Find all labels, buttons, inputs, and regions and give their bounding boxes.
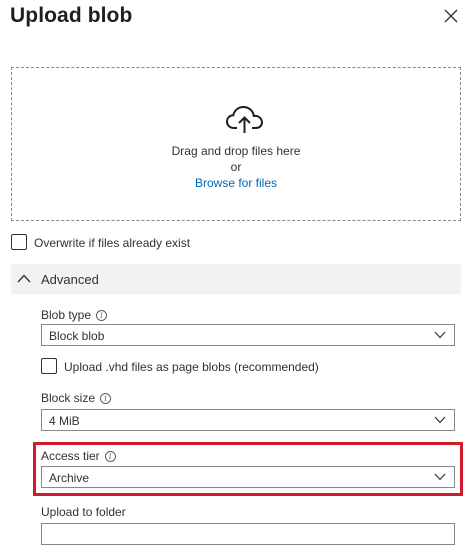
vhd-page-blob-checkbox[interactable] [41, 358, 57, 374]
chevron-up-icon [17, 274, 31, 283]
chevron-down-icon [434, 331, 446, 339]
info-icon[interactable]: i [100, 392, 112, 404]
blob-type-label-text: Blob type [41, 308, 92, 322]
dropzone-drag-text: Drag and drop files here [171, 144, 301, 158]
block-size-select[interactable]: 4 MiB [41, 409, 455, 431]
block-size-label-text: Block size [41, 391, 96, 405]
blob-type-label: Blob type i [41, 308, 108, 322]
vhd-page-blob-label: Upload .vhd files as page blobs (recomme… [64, 360, 319, 374]
block-size-label: Block size i [41, 391, 112, 405]
overwrite-checkbox[interactable] [11, 234, 27, 250]
blob-type-select[interactable]: Block blob [41, 324, 455, 346]
block-size-value: 4 MiB [49, 414, 80, 428]
upload-folder-label-text: Upload to folder [41, 505, 126, 519]
advanced-label: Advanced [41, 272, 99, 287]
upload-folder-label: Upload to folder [41, 505, 126, 519]
blob-type-value: Block blob [49, 329, 105, 343]
info-icon[interactable]: i [96, 309, 108, 321]
file-dropzone[interactable]: Drag and drop files here or Browse for f… [11, 67, 461, 221]
dropzone-or-text: or [230, 160, 242, 174]
chevron-down-icon [434, 416, 446, 424]
browse-files-link[interactable]: Browse for files [12, 176, 460, 190]
cloud-upload-icon [225, 105, 264, 133]
page-title: Upload blob [10, 4, 133, 27]
access-tier-highlight [33, 442, 463, 496]
upload-folder-input[interactable] [41, 523, 455, 545]
overwrite-label: Overwrite if files already exist [34, 236, 191, 250]
advanced-section-toggle[interactable]: Advanced [11, 264, 461, 294]
close-icon [444, 9, 458, 23]
close-button[interactable] [441, 6, 461, 26]
